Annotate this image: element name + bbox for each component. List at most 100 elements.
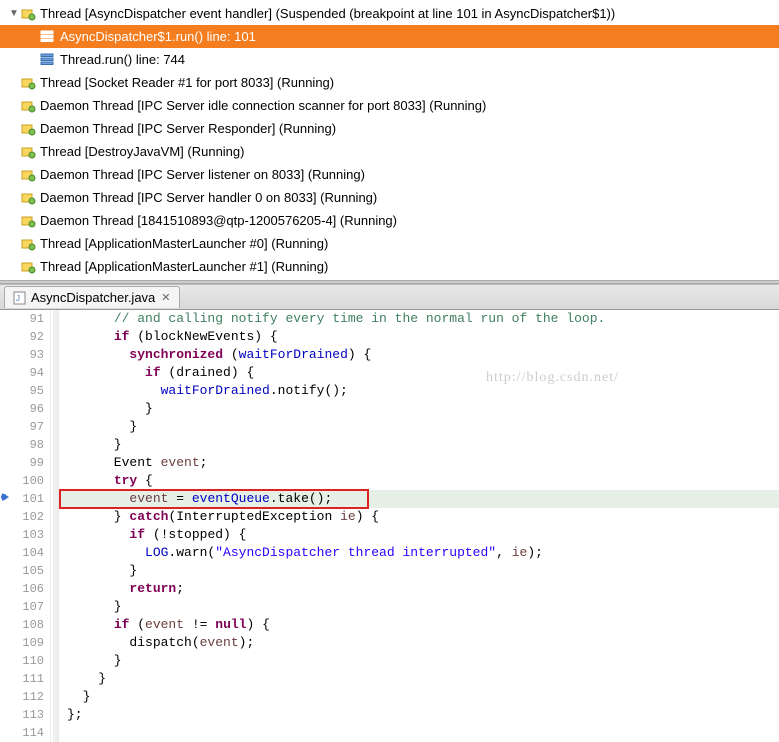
fold-marker[interactable]: [53, 634, 57, 652]
breakpoint-current-icon[interactable]: [0, 490, 16, 508]
line-number[interactable]: 98: [16, 436, 44, 454]
line-number[interactable]: 96: [16, 400, 44, 418]
gutter-marker[interactable]: [0, 652, 16, 670]
line-number[interactable]: 110: [16, 652, 44, 670]
gutter-marker[interactable]: [0, 616, 16, 634]
code-editor[interactable]: 9192939495969798991001011021031041051061…: [0, 310, 779, 742]
code-line[interactable]: }: [59, 418, 779, 436]
line-number[interactable]: 106: [16, 580, 44, 598]
stack-frame[interactable]: Thread.run() line: 744: [0, 48, 779, 71]
code-line[interactable]: // and calling notify every time in the …: [59, 310, 779, 328]
code-line[interactable]: synchronized (waitForDrained) {: [59, 346, 779, 364]
code-line[interactable]: }: [59, 670, 779, 688]
code-line[interactable]: }: [59, 688, 779, 706]
code-line[interactable]: LOG.warn("AsyncDispatcher thread interru…: [59, 544, 779, 562]
line-number[interactable]: 113: [16, 706, 44, 724]
fold-marker[interactable]: [53, 562, 57, 580]
fold-marker[interactable]: [53, 382, 57, 400]
expand-arrow-icon[interactable]: [8, 8, 20, 19]
fold-marker[interactable]: [53, 454, 57, 472]
line-number[interactable]: 112: [16, 688, 44, 706]
gutter-marker[interactable]: [0, 562, 16, 580]
fold-marker[interactable]: [53, 598, 57, 616]
thread-running[interactable]: Daemon Thread [IPC Server handler 0 on 8…: [0, 186, 779, 209]
code-line[interactable]: } catch(InterruptedException ie) {: [59, 508, 779, 526]
code-line[interactable]: }: [59, 562, 779, 580]
gutter-marker[interactable]: [0, 418, 16, 436]
code-line[interactable]: dispatch(event);: [59, 634, 779, 652]
fold-marker[interactable]: [53, 706, 57, 724]
gutter-marker[interactable]: [0, 670, 16, 688]
line-number[interactable]: 109: [16, 634, 44, 652]
line-number[interactable]: 91: [16, 310, 44, 328]
line-number[interactable]: 102: [16, 508, 44, 526]
gutter-marker[interactable]: [0, 472, 16, 490]
fold-marker[interactable]: [53, 616, 57, 634]
code-line[interactable]: if (drained) {: [59, 364, 779, 382]
fold-marker[interactable]: [53, 364, 57, 382]
code-line[interactable]: };: [59, 706, 779, 724]
line-number[interactable]: 101: [16, 490, 44, 508]
code-line[interactable]: }: [59, 436, 779, 454]
line-number[interactable]: 95: [16, 382, 44, 400]
thread-suspended[interactable]: Thread [AsyncDispatcher event handler] (…: [0, 2, 779, 25]
gutter-marker[interactable]: [0, 400, 16, 418]
debug-thread-tree[interactable]: Thread [AsyncDispatcher event handler] (…: [0, 0, 779, 280]
code-line[interactable]: [59, 724, 779, 742]
gutter-marker[interactable]: [0, 346, 16, 364]
gutter-marker[interactable]: [0, 544, 16, 562]
line-number[interactable]: 92: [16, 328, 44, 346]
fold-marker[interactable]: [53, 724, 57, 742]
code-line[interactable]: if (blockNewEvents) {: [59, 328, 779, 346]
fold-marker[interactable]: [53, 436, 57, 454]
thread-running[interactable]: Thread [Socket Reader #1 for port 8033] …: [0, 71, 779, 94]
fold-marker[interactable]: [53, 418, 57, 436]
gutter-marker[interactable]: [0, 706, 16, 724]
gutter-marker[interactable]: [0, 526, 16, 544]
line-number[interactable]: 100: [16, 472, 44, 490]
editor-tab[interactable]: J AsyncDispatcher.java ✕: [4, 286, 180, 308]
fold-marker[interactable]: [53, 310, 57, 328]
line-number[interactable]: 108: [16, 616, 44, 634]
fold-marker[interactable]: [53, 670, 57, 688]
gutter-marker[interactable]: [0, 310, 16, 328]
code-line[interactable]: return;: [59, 580, 779, 598]
code-line[interactable]: }: [59, 598, 779, 616]
fold-marker[interactable]: [53, 580, 57, 598]
code-line[interactable]: waitForDrained.notify();: [59, 382, 779, 400]
line-number[interactable]: 107: [16, 598, 44, 616]
gutter-marker[interactable]: [0, 688, 16, 706]
fold-marker[interactable]: [53, 346, 57, 364]
gutter-marker[interactable]: [0, 598, 16, 616]
code-line[interactable]: if (!stopped) {: [59, 526, 779, 544]
stack-frame-current[interactable]: AsyncDispatcher$1.run() line: 101: [0, 25, 779, 48]
thread-running[interactable]: Thread [DestroyJavaVM] (Running): [0, 140, 779, 163]
gutter-marker[interactable]: [0, 634, 16, 652]
line-number[interactable]: 97: [16, 418, 44, 436]
thread-running[interactable]: Daemon Thread [IPC Server idle connectio…: [0, 94, 779, 117]
line-number[interactable]: 114: [16, 724, 44, 742]
line-number[interactable]: 105: [16, 562, 44, 580]
gutter-marker[interactable]: [0, 454, 16, 472]
fold-marker[interactable]: [53, 544, 57, 562]
code-line[interactable]: event = eventQueue.take();: [59, 490, 779, 508]
fold-marker[interactable]: [53, 490, 57, 508]
fold-marker[interactable]: [53, 652, 57, 670]
fold-marker[interactable]: [53, 328, 57, 346]
fold-marker[interactable]: [53, 472, 57, 490]
gutter-marker[interactable]: [0, 328, 16, 346]
fold-marker[interactable]: [53, 688, 57, 706]
code-line[interactable]: }: [59, 400, 779, 418]
gutter-marker[interactable]: [0, 436, 16, 454]
line-number[interactable]: 99: [16, 454, 44, 472]
code-line[interactable]: Event event;: [59, 454, 779, 472]
code-line[interactable]: try {: [59, 472, 779, 490]
line-number[interactable]: 93: [16, 346, 44, 364]
gutter-marker[interactable]: [0, 364, 16, 382]
thread-running[interactable]: Thread [ApplicationMasterLauncher #0] (R…: [0, 232, 779, 255]
fold-marker[interactable]: [53, 508, 57, 526]
gutter-marker[interactable]: [0, 580, 16, 598]
gutter-marker[interactable]: [0, 508, 16, 526]
fold-marker[interactable]: [53, 400, 57, 418]
line-number[interactable]: 103: [16, 526, 44, 544]
